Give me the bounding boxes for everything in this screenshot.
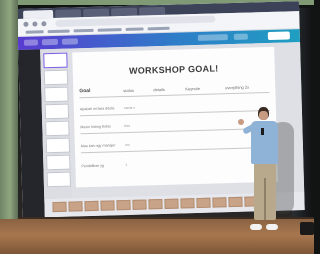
table-row-label: Mesin Voting Kelas (80, 124, 111, 130)
bookmark-item[interactable] (125, 27, 144, 31)
table-row-value: free (124, 123, 131, 129)
speaker-face (259, 111, 268, 120)
column-header: everything 2x (225, 84, 250, 91)
table-row-value: 1 (125, 162, 128, 168)
back-icon[interactable] (23, 21, 29, 27)
bookmark-item[interactable] (73, 28, 94, 33)
speaker-shoe (250, 224, 262, 230)
column-header: details (153, 86, 165, 93)
present-button[interactable] (233, 33, 248, 40)
page-strip-thumbnail[interactable] (132, 199, 147, 210)
page-thumbnail[interactable] (44, 86, 69, 103)
page-thumbnail[interactable] (44, 103, 70, 120)
bookmark-item[interactable] (47, 29, 70, 34)
table-row-value: nm (124, 142, 130, 148)
document-title (197, 34, 228, 41)
bookmark-item[interactable] (147, 26, 170, 31)
page-strip-thumbnail[interactable] (116, 199, 131, 211)
speaker-shoe (266, 224, 278, 230)
forward-icon[interactable] (32, 21, 38, 27)
page-thumbnail[interactable] (45, 137, 71, 154)
resize-menu[interactable] (61, 38, 79, 45)
page-thumbnail[interactable] (45, 120, 70, 137)
column-header: Keynote (185, 85, 201, 92)
stage-monitor (300, 222, 314, 235)
bookmark-item[interactable] (25, 30, 44, 34)
page-strip-thumbnail[interactable] (84, 200, 99, 212)
speaker-hand (238, 119, 244, 125)
page-strip-thumbnail[interactable] (180, 198, 195, 209)
share-button[interactable] (267, 31, 290, 41)
column-header: status (123, 87, 135, 94)
page-strip-thumbnail[interactable] (100, 200, 115, 211)
page-thumbnail[interactable] (43, 52, 68, 69)
page-thumbnail[interactable] (46, 171, 71, 188)
page-thumbnail[interactable] (46, 154, 71, 171)
page-strip-thumbnail[interactable] (164, 198, 179, 209)
page-strip-thumbnail[interactable] (196, 197, 211, 209)
page-thumbnail[interactable] (43, 69, 69, 86)
table-row-value: nama n (123, 105, 136, 111)
left-wall-panel (0, 0, 18, 254)
page-strip-thumbnail[interactable] (212, 197, 227, 208)
reload-icon[interactable] (41, 21, 47, 27)
file-menu[interactable] (41, 38, 59, 46)
page-strip-thumbnail[interactable] (228, 196, 243, 208)
page-strip-thumbnail[interactable] (68, 201, 83, 212)
page-strip-thumbnail[interactable] (148, 199, 163, 210)
table-row-label: Pendidikan yg (81, 163, 105, 169)
home-menu[interactable] (23, 39, 39, 46)
page-strip-thumbnail[interactable] (52, 201, 67, 213)
microphone (261, 128, 264, 135)
speaker-leg-gap (264, 178, 266, 220)
column-header: Goal (79, 87, 91, 95)
